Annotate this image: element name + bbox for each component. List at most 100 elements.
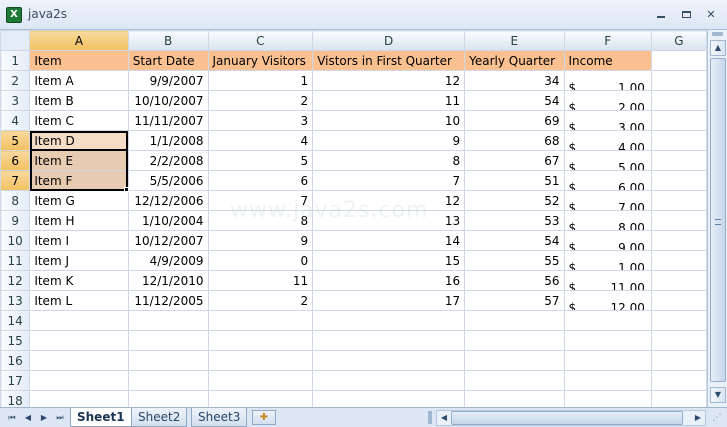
cell-e7[interactable]: 51: [464, 170, 565, 191]
row-header-17[interactable]: 17: [0, 370, 31, 391]
cell-d4[interactable]: 10: [312, 110, 466, 131]
cell-c13[interactable]: 2: [207, 290, 314, 311]
cell-f9[interactable]: $8.00: [563, 210, 652, 231]
cell-e18[interactable]: [464, 390, 565, 407]
sheet-tab-sheet1[interactable]: Sheet1: [70, 408, 132, 427]
cell-a1[interactable]: Item: [29, 50, 129, 71]
vertical-scroll-thumb[interactable]: [710, 58, 726, 382]
row-header-5[interactable]: 5: [0, 130, 31, 151]
cell-g4[interactable]: [650, 110, 707, 131]
cell-g7[interactable]: [650, 170, 707, 191]
cell-b17[interactable]: [127, 370, 209, 391]
cell-c16[interactable]: [207, 350, 314, 371]
row-header-11[interactable]: 11: [0, 250, 31, 271]
cell-b11[interactable]: 4/9/2009: [127, 250, 209, 271]
cell-e3[interactable]: 54: [464, 90, 565, 111]
cell-c1[interactable]: January Visitors: [207, 50, 314, 71]
cell-d12[interactable]: 16: [312, 270, 466, 291]
cell-f11[interactable]: $1.00: [563, 250, 652, 271]
cell-f17[interactable]: [563, 370, 652, 391]
cell-c4[interactable]: 3: [207, 110, 314, 131]
cell-a10[interactable]: Item I: [29, 230, 129, 251]
cell-e9[interactable]: 53: [464, 210, 565, 231]
first-sheet-button[interactable]: ⏮: [6, 411, 18, 424]
row-header-15[interactable]: 15: [0, 330, 31, 351]
cell-c5[interactable]: 4: [207, 130, 314, 151]
cell-b12[interactable]: 12/1/2010: [127, 270, 209, 291]
cell-d14[interactable]: [312, 310, 466, 331]
cell-g5[interactable]: [650, 130, 707, 151]
cell-f3[interactable]: $2.00: [563, 90, 652, 111]
cell-e4[interactable]: 69: [464, 110, 565, 131]
next-sheet-button[interactable]: ▶: [38, 411, 50, 424]
cell-g13[interactable]: [650, 290, 707, 311]
cell-b9[interactable]: 1/10/2004: [127, 210, 209, 231]
cell-f4[interactable]: $3.00: [563, 110, 652, 131]
row-header-1[interactable]: 1: [0, 50, 31, 71]
cell-a8[interactable]: Item G: [29, 190, 129, 211]
row-header-18[interactable]: 18: [0, 390, 31, 407]
scroll-down-button[interactable]: ▼: [710, 387, 726, 403]
cell-a17[interactable]: [29, 370, 129, 391]
cell-d13[interactable]: 17: [312, 290, 466, 311]
cell-g2[interactable]: [650, 70, 707, 91]
cell-c3[interactable]: 2: [207, 90, 314, 111]
cell-g18[interactable]: [650, 390, 707, 407]
cell-e17[interactable]: [464, 370, 565, 391]
cell-d6[interactable]: 8: [312, 150, 466, 171]
cell-b8[interactable]: 12/12/2006: [127, 190, 209, 211]
row-header-7[interactable]: 7: [0, 170, 31, 191]
column-header-a[interactable]: A: [29, 30, 129, 51]
cell-f7[interactable]: $6.00: [563, 170, 652, 191]
column-header-b[interactable]: B: [127, 30, 209, 51]
scroll-right-button[interactable]: ▶: [691, 411, 705, 425]
cell-d11[interactable]: 15: [312, 250, 466, 271]
restore-button[interactable]: [679, 9, 693, 21]
cell-a15[interactable]: [29, 330, 129, 351]
cell-g3[interactable]: [650, 90, 707, 111]
cell-c14[interactable]: [207, 310, 314, 331]
cell-b5[interactable]: 1/1/2008: [127, 130, 209, 151]
sheet-tab-sheet2[interactable]: Sheet2: [131, 408, 188, 427]
cell-c18[interactable]: [207, 390, 314, 407]
cell-d18[interactable]: [312, 390, 466, 407]
cell-g15[interactable]: [650, 330, 707, 351]
cell-f12[interactable]: $11.00: [563, 270, 652, 291]
cell-f18[interactable]: [563, 390, 652, 407]
cell-g6[interactable]: [650, 150, 707, 171]
prev-sheet-button[interactable]: ◀: [22, 411, 34, 424]
cell-a3[interactable]: Item B: [29, 90, 129, 111]
scroll-left-button[interactable]: ◀: [437, 411, 451, 425]
cell-d10[interactable]: 14: [312, 230, 466, 251]
cell-a16[interactable]: [29, 350, 129, 371]
cell-d15[interactable]: [312, 330, 466, 351]
cell-c2[interactable]: 1: [207, 70, 314, 91]
cell-b15[interactable]: [127, 330, 209, 351]
cell-d3[interactable]: 11: [312, 90, 466, 111]
cell-e13[interactable]: 57: [464, 290, 565, 311]
cell-a2[interactable]: Item A: [29, 70, 129, 91]
cell-b13[interactable]: 11/12/2005: [127, 290, 209, 311]
cell-e8[interactable]: 52: [464, 190, 565, 211]
column-header-g[interactable]: G: [650, 30, 707, 51]
cell-b18[interactable]: [127, 390, 209, 407]
scroll-up-button[interactable]: ▲: [710, 40, 726, 56]
cell-e2[interactable]: 34: [464, 70, 565, 91]
cell-b2[interactable]: 9/9/2007: [127, 70, 209, 91]
cell-f8[interactable]: $7.00: [563, 190, 652, 211]
cell-c12[interactable]: 11: [207, 270, 314, 291]
cell-f10[interactable]: $9.00: [563, 230, 652, 251]
cell-b16[interactable]: [127, 350, 209, 371]
cell-e14[interactable]: [464, 310, 565, 331]
cell-c7[interactable]: 6: [207, 170, 314, 191]
cell-a18[interactable]: [29, 390, 129, 407]
cell-a9[interactable]: Item H: [29, 210, 129, 231]
cell-d2[interactable]: 12: [312, 70, 466, 91]
cell-a13[interactable]: Item L: [29, 290, 129, 311]
cell-c11[interactable]: 0: [207, 250, 314, 271]
cell-f2[interactable]: $1.00: [563, 70, 652, 91]
select-all-corner[interactable]: [0, 30, 31, 51]
minimize-button[interactable]: [654, 9, 668, 21]
horizontal-scroll-thumb[interactable]: [451, 411, 683, 425]
row-header-2[interactable]: 2: [0, 70, 31, 91]
